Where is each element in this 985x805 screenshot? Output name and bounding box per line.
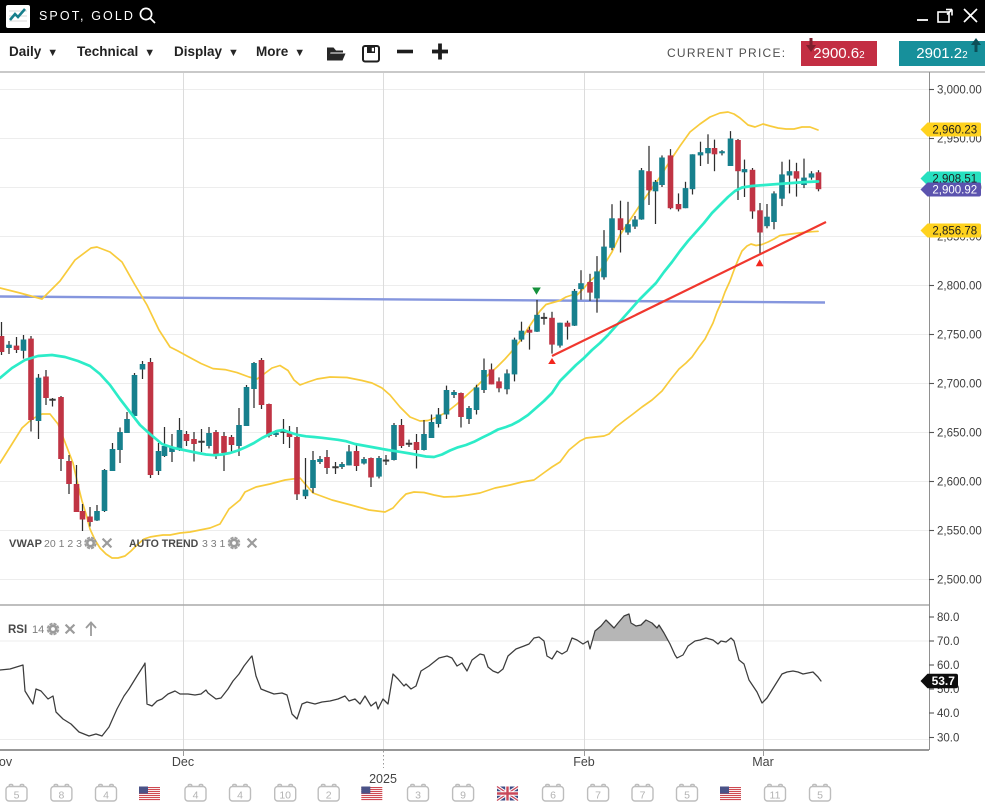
- svg-text:Nov: Nov: [0, 755, 13, 769]
- svg-text:8: 8: [58, 790, 64, 802]
- svg-text:11: 11: [770, 790, 781, 802]
- svg-text:Mar: Mar: [752, 755, 774, 769]
- svg-text:20 1 2 3: 20 1 2 3: [44, 538, 82, 550]
- svg-text:6: 6: [550, 790, 556, 802]
- svg-text:4: 4: [103, 790, 109, 802]
- svg-text:3,000.00: 3,000.00: [937, 85, 982, 97]
- svg-text:2,750.00: 2,750.00: [937, 330, 982, 342]
- svg-text:4: 4: [237, 790, 243, 802]
- svg-text:5: 5: [817, 790, 823, 802]
- svg-text:Dec: Dec: [172, 755, 194, 769]
- svg-text:2025: 2025: [369, 772, 397, 786]
- svg-text:VWAP: VWAP: [9, 538, 42, 550]
- svg-text:7: 7: [595, 790, 601, 802]
- svg-text:40.0: 40.0: [937, 708, 959, 720]
- svg-text:RSI: RSI: [8, 624, 27, 636]
- svg-text:70.0: 70.0: [937, 636, 959, 648]
- svg-text:30.0: 30.0: [937, 733, 959, 745]
- svg-text:2,500.00: 2,500.00: [937, 575, 982, 587]
- svg-text:14: 14: [32, 624, 44, 636]
- svg-text:3: 3: [415, 790, 421, 802]
- svg-text:80.0: 80.0: [937, 612, 959, 624]
- svg-text:2,960.23: 2,960.23: [932, 125, 977, 137]
- svg-text:2,550.00: 2,550.00: [937, 526, 982, 538]
- svg-text:5: 5: [14, 790, 20, 802]
- svg-text:2,900.92: 2,900.92: [932, 185, 977, 197]
- svg-text:4: 4: [193, 790, 199, 802]
- svg-text:53.7: 53.7: [932, 674, 956, 688]
- svg-text:2,650.00: 2,650.00: [937, 428, 982, 440]
- svg-text:3 3 1: 3 3 1: [202, 538, 226, 550]
- svg-text:2,600.00: 2,600.00: [937, 477, 982, 489]
- svg-text:9: 9: [460, 790, 466, 802]
- svg-text:AUTO TREND: AUTO TREND: [129, 538, 199, 550]
- svg-text:10: 10: [279, 790, 291, 802]
- svg-text:2,800.00: 2,800.00: [937, 281, 982, 293]
- svg-text:Feb: Feb: [573, 755, 595, 769]
- svg-text:2: 2: [326, 790, 332, 802]
- svg-text:60.0: 60.0: [937, 660, 959, 672]
- svg-text:2,856.78: 2,856.78: [932, 226, 977, 238]
- svg-text:5: 5: [684, 790, 690, 802]
- svg-text:7: 7: [640, 790, 646, 802]
- svg-text:2,700.00: 2,700.00: [937, 379, 982, 391]
